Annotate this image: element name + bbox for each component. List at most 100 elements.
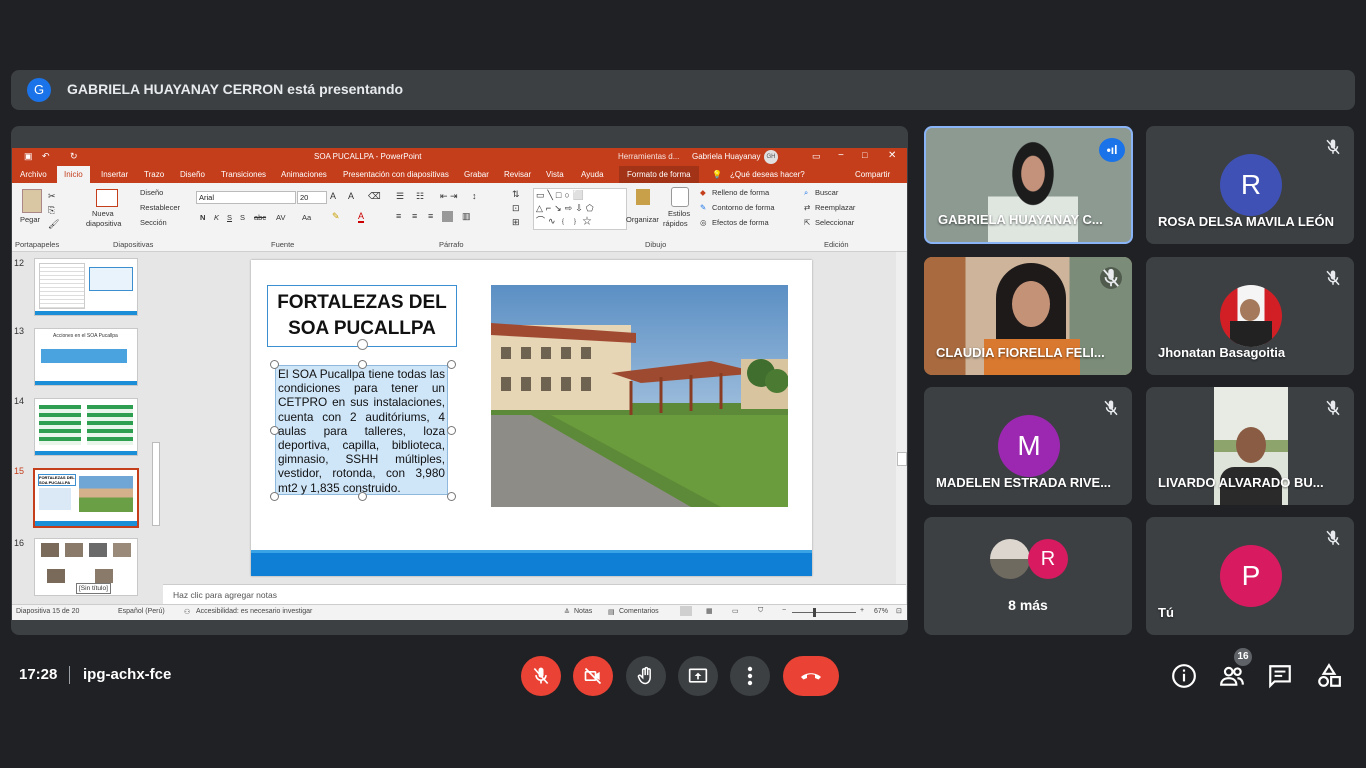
zoom-out-icon[interactable]: − (782, 607, 786, 614)
shape-effects-button[interactable]: Efectos de forma (712, 218, 769, 227)
tab-ayuda[interactable]: Ayuda (581, 170, 604, 179)
paste-label[interactable]: Pegar (20, 215, 40, 224)
indent-icon[interactable]: ⇤ ⇥ (440, 191, 458, 202)
arrange-label[interactable]: Organizar (626, 215, 659, 224)
justify-icon[interactable] (442, 211, 453, 222)
people-icon[interactable] (1219, 663, 1245, 689)
shape-outline-button[interactable]: Contorno de forma (712, 203, 775, 212)
thumbnail-14[interactable] (34, 398, 138, 456)
participant-tile-gabriela[interactable]: •ıl GABRIELA HUAYANAY C... (924, 126, 1133, 244)
tab-vista[interactable]: Vista (546, 170, 564, 179)
thumb-scrollbar[interactable] (150, 252, 160, 604)
thumb-scroll-handle[interactable] (152, 442, 160, 526)
smartart-icon[interactable]: ⊞ (512, 217, 520, 228)
align-right-icon[interactable]: ≡ (428, 211, 433, 221)
numbering-icon[interactable]: ☷ (416, 191, 424, 202)
shape-fill-button[interactable]: Relleno de forma (712, 188, 769, 197)
raise-hand-button[interactable] (626, 656, 666, 696)
replace-button[interactable]: Reemplazar (815, 203, 855, 212)
strike-icon[interactable]: abc (254, 213, 266, 222)
underline-icon[interactable]: S (227, 213, 232, 222)
redo-icon[interactable]: ↻ (70, 151, 78, 162)
participant-tile-claudia[interactable]: CLAUDIA FIORELLA FELI... (924, 257, 1132, 375)
grow-font-icon[interactable]: A (330, 191, 336, 201)
bullets-icon[interactable]: ☰ (396, 191, 404, 202)
presentation-stage[interactable]: ▣ ↶ ↻ SOA PUCALLPA - PowerPoint Herramie… (11, 126, 908, 635)
slideshow-icon[interactable]: ⛉ (758, 607, 763, 615)
zoom-slider[interactable] (792, 612, 856, 613)
case-icon[interactable]: Aa (302, 213, 311, 222)
thumbnail-12[interactable] (34, 258, 138, 316)
resize-handle[interactable] (447, 360, 456, 369)
align-center-icon[interactable]: ≡ (412, 211, 417, 221)
line-spacing-icon[interactable]: ↕ (472, 191, 477, 201)
zoom-slider-handle[interactable] (813, 608, 816, 617)
tell-me-box[interactable]: ¿Qué deseas hacer? (730, 170, 805, 179)
present-button[interactable] (678, 656, 718, 696)
new-slide-icon[interactable] (96, 189, 118, 207)
tab-diseno[interactable]: Diseño (180, 170, 205, 179)
tab-inicio[interactable]: Inicio (57, 166, 90, 183)
more-participants-tile[interactable]: R 8 más (924, 517, 1132, 635)
resize-handle[interactable] (358, 492, 367, 501)
maximize-icon[interactable]: □ (862, 150, 867, 160)
tab-grabar[interactable]: Grabar (464, 170, 489, 179)
thumbnail-13[interactable]: Acciones en el SOA Pucallpa (34, 328, 138, 386)
meeting-code[interactable]: ipg-achx-fce (83, 666, 171, 683)
bold-icon[interactable]: N (200, 213, 205, 222)
slide-15[interactable]: FORTALEZAS DEL SOA PUCALLPA El SOA Pucal… (251, 260, 812, 576)
resize-handle[interactable] (270, 426, 279, 435)
highlight-icon[interactable]: ✎ (332, 211, 340, 222)
leave-call-button[interactable] (783, 656, 839, 696)
spacing-icon[interactable]: AV (276, 213, 285, 222)
outline-icon[interactable]: ✎ (700, 203, 706, 212)
more-options-button[interactable] (730, 656, 770, 696)
slide-title-box[interactable]: FORTALEZAS DEL SOA PUCALLPA (267, 285, 457, 347)
slide-canvas[interactable]: FORTALEZAS DEL SOA PUCALLPA El SOA Pucal… (163, 252, 907, 584)
format-painter-icon[interactable]: 🖌 (48, 219, 59, 230)
reading-view-icon[interactable]: ▭ (732, 607, 739, 615)
shapes-gallery[interactable]: ▭╲□○⬜ △⌐↘⇨⇩⬠ ⌒∿﹛﹜☆ (533, 188, 627, 230)
notes-placeholder[interactable]: Haz clic para agregar notas (173, 590, 277, 600)
minimize-icon[interactable]: − (838, 150, 844, 161)
mic-toggle-button[interactable] (521, 656, 561, 696)
effects-icon[interactable]: ◎ (700, 218, 707, 227)
activities-icon[interactable] (1316, 663, 1342, 689)
notes-toggle[interactable]: Notas (574, 608, 592, 615)
accessibility-status[interactable]: Accesibilidad: es necesario investigar (196, 608, 312, 615)
font-size-field[interactable]: 20 (297, 191, 327, 204)
replace-icon[interactable]: ⇄ (804, 203, 810, 212)
quick-styles-icon[interactable] (671, 187, 689, 207)
section-button[interactable]: Sección (140, 218, 167, 227)
tab-presentacion[interactable]: Presentación con diapositivas (343, 170, 449, 179)
undo-icon[interactable]: ↶ (42, 151, 50, 162)
clear-format-icon[interactable]: ⌫ (368, 191, 381, 202)
tab-revisar[interactable]: Revisar (504, 170, 531, 179)
fill-icon[interactable]: ◆ (700, 188, 706, 197)
notes-pane[interactable]: Haz clic para agregar notas (163, 584, 906, 605)
new-slide-label-2[interactable]: diapositiva (86, 219, 121, 228)
resize-handle[interactable] (447, 492, 456, 501)
slide-thumbnails[interactable]: 12 13 Acciones en el SOA Pucallpa 14 15 … (12, 252, 160, 604)
participant-tile-rosa[interactable]: R ROSA DELSA MAVILA LEÓN (1146, 126, 1354, 244)
canvas-scroll-handle[interactable] (897, 452, 907, 466)
tab-formato-forma[interactable]: Formato de forma (619, 166, 699, 183)
tab-insertar[interactable]: Insertar (101, 170, 128, 179)
shrink-font-icon[interactable]: A (348, 191, 354, 201)
align-text-icon[interactable]: ⊡ (512, 203, 520, 214)
comments-toggle[interactable]: Comentarios (619, 608, 659, 615)
participant-tile-madelen[interactable]: M MADELEN ESTRADA RIVE... (924, 387, 1132, 505)
resize-handle[interactable] (447, 426, 456, 435)
reset-button[interactable]: Restablecer (140, 203, 180, 212)
ribbon-display-icon[interactable]: ▭ (812, 151, 821, 162)
italic-icon[interactable]: K (214, 213, 219, 222)
paste-icon[interactable] (22, 189, 42, 213)
copy-icon[interactable]: ⎘ (48, 205, 55, 216)
quick-styles-label[interactable]: Estilos (668, 209, 690, 218)
thumbnail-15-selected[interactable]: FORTALEZAS DEL SOA PUCALLPA (33, 468, 139, 528)
ppt-user-avatar[interactable]: GH (764, 150, 778, 164)
fit-slide-icon[interactable]: ⊡ (896, 607, 902, 615)
text-direction-icon[interactable]: ⇅ (512, 189, 520, 200)
language-status[interactable]: Español (Perú) (118, 608, 165, 615)
columns-icon[interactable]: ▥ (462, 211, 471, 222)
